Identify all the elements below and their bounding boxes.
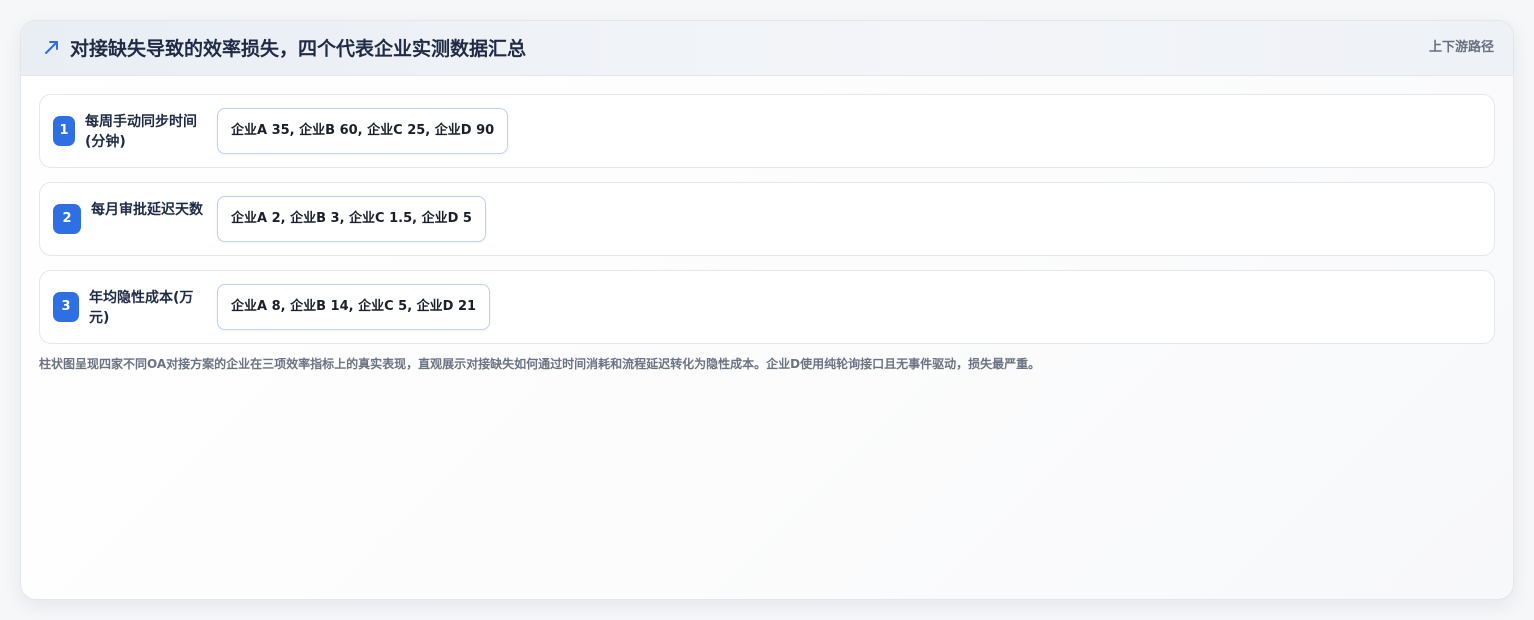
card-title: 对接缺失导致的效率损失，四个代表企业实测数据汇总	[70, 38, 527, 60]
card-header: 对接缺失导致的效率损失，四个代表企业实测数据汇总 上下游路径	[21, 21, 1513, 76]
efficiency-card: 对接缺失导致的效率损失，四个代表企业实测数据汇总 上下游路径 1 每周手动同步时…	[20, 20, 1514, 600]
metric-label: 每月审批延迟天数	[91, 202, 203, 218]
metric-row: 1 每周手动同步时间(分钟) 企业A 35, 企业B 60, 企业C 25, 企…	[39, 94, 1495, 168]
metric-index-badge: 3	[53, 292, 79, 322]
metric-label: 年均隐性成本(万元)	[89, 290, 194, 326]
metric-list: 1 每周手动同步时间(分钟) 企业A 35, 企业B 60, 企业C 25, 企…	[39, 94, 1495, 358]
metric-row: 3 年均隐性成本(万元) 企业A 8, 企业B 14, 企业C 5, 企业D 2…	[39, 270, 1495, 344]
path-link[interactable]: 上下游路径	[1429, 36, 1494, 55]
trend-arrow-icon	[45, 41, 58, 54]
chart-caption: 柱状图呈现四家不同OA对接方案的企业在三项效率指标上的真实表现，直观展示对接缺失…	[39, 357, 1041, 371]
metric-index-badge: 1	[53, 116, 75, 146]
metric-value: 企业A 2, 企业B 3, 企业C 1.5, 企业D 5	[217, 196, 486, 242]
metric-index-badge: 2	[53, 204, 81, 234]
metric-label: 每周手动同步时间(分钟)	[85, 114, 197, 150]
metric-value: 企业A 8, 企业B 14, 企业C 5, 企业D 21	[217, 284, 491, 330]
metric-row: 2 每月审批延迟天数 企业A 2, 企业B 3, 企业C 1.5, 企业D 5	[39, 182, 1495, 256]
metric-value: 企业A 35, 企业B 60, 企业C 25, 企业D 90	[217, 108, 509, 154]
